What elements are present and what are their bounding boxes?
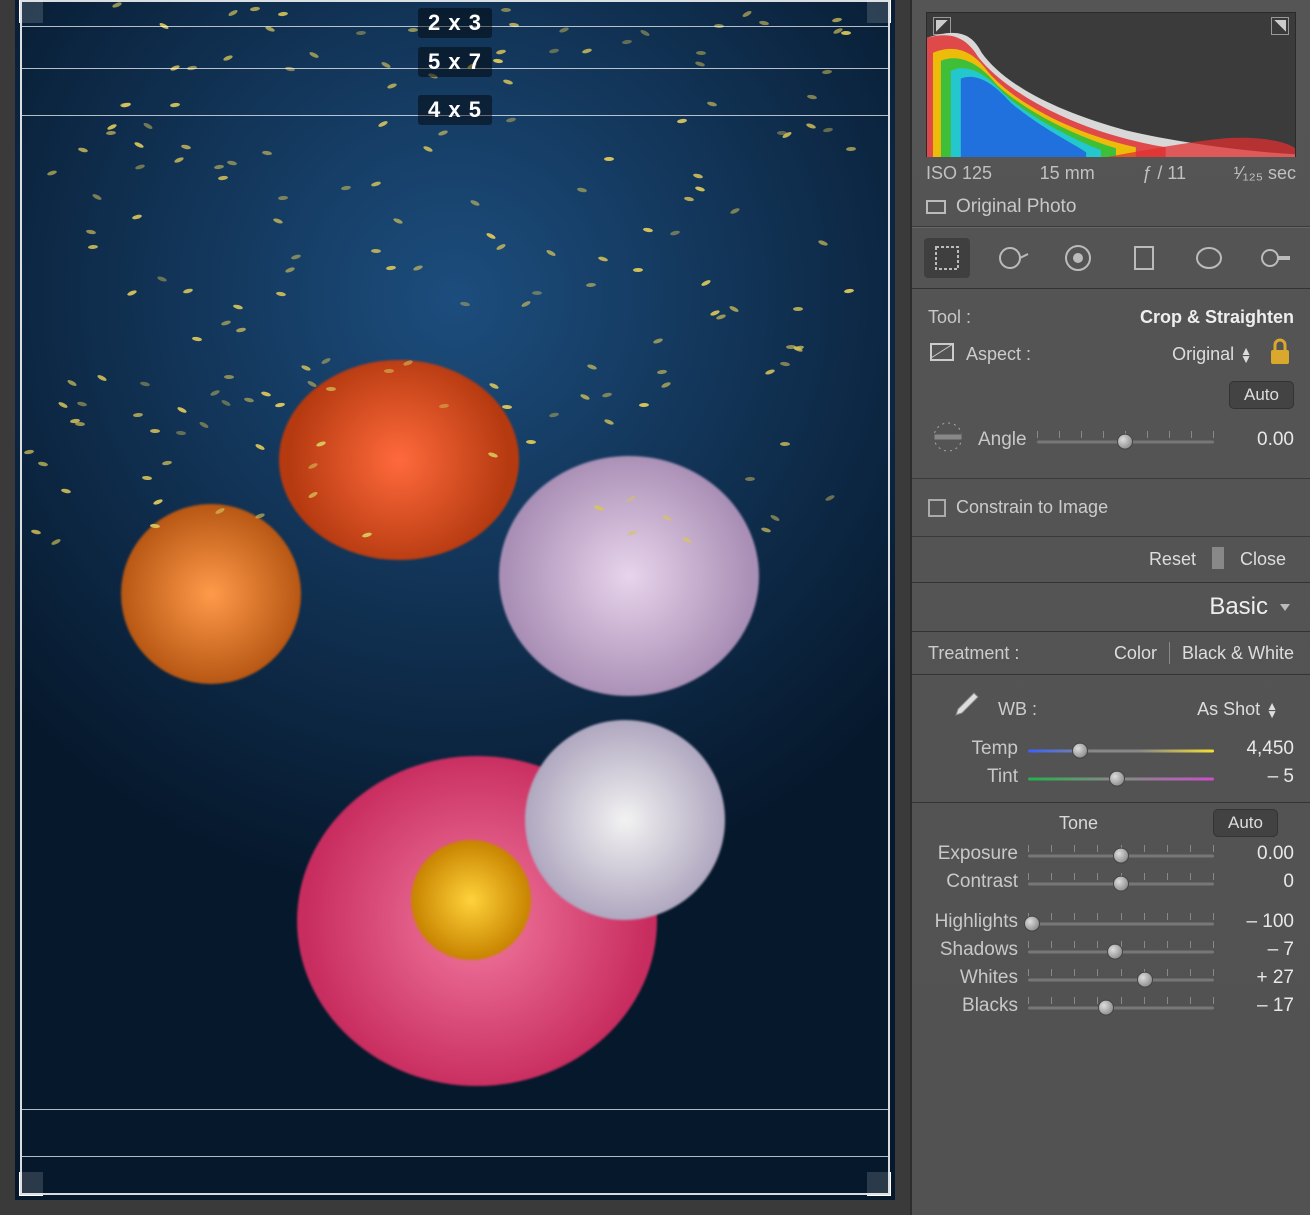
aspect-icon[interactable] — [928, 338, 956, 371]
tone-label-whites: Whites — [928, 967, 1018, 989]
constrain-checkbox[interactable] — [928, 499, 946, 517]
crop-handle-tl[interactable] — [19, 0, 43, 23]
exif-iso: ISO 125 — [926, 163, 992, 184]
close-button[interactable]: Close — [1234, 547, 1292, 572]
tone-value-highlights: – 100 — [1224, 911, 1294, 933]
tone-label-blacks: Blacks — [928, 995, 1018, 1017]
tone-header: Tone — [944, 813, 1213, 834]
angle-value: 0.00 — [1224, 429, 1294, 451]
tone-auto-button[interactable]: Auto — [1213, 809, 1278, 837]
radial-filter-icon[interactable] — [1186, 238, 1232, 278]
tool-label: Tool : — [928, 307, 971, 328]
redeye-tool-icon[interactable] — [1055, 238, 1101, 278]
tone-value-shadows: – 7 — [1224, 939, 1294, 961]
crop-guide-label-5x7: 5 x 7 — [418, 47, 492, 77]
histogram[interactable] — [926, 12, 1296, 157]
aspect-label: Aspect : — [966, 344, 1031, 365]
exif-row: ISO 125 15 mm ƒ / 11 ¹⁄₁₂₅ sec — [926, 163, 1296, 184]
wb-dropdown[interactable]: As Shot ▲▼ — [1197, 699, 1278, 720]
aspect-lock-icon[interactable] — [1266, 336, 1294, 373]
tone-slider-whites[interactable] — [1028, 968, 1214, 988]
tone-label-highlights: Highlights — [928, 911, 1018, 933]
temp-value: 4,450 — [1224, 738, 1294, 760]
crop-handle-br[interactable] — [867, 1172, 891, 1196]
angle-slider[interactable] — [1037, 430, 1214, 450]
crop-guide-line — [22, 1109, 888, 1110]
angle-auto-button[interactable]: Auto — [1229, 381, 1294, 409]
exif-shutter: ¹⁄₁₂₅ sec — [1234, 163, 1296, 184]
exif-aperture: ƒ / 11 — [1142, 163, 1186, 184]
exif-focal: 15 mm — [1040, 163, 1095, 184]
tone-slider-blacks[interactable] — [1028, 996, 1214, 1016]
tone-value-contrast: 0 — [1224, 871, 1294, 893]
treatment-color[interactable]: Color — [1114, 643, 1157, 664]
temp-label: Temp — [928, 738, 1018, 760]
image-preview[interactable]: // quick procedural fish dots (non-conte… — [0, 0, 910, 1215]
crop-guide-label-4x5: 4 x 5 — [418, 95, 492, 125]
tone-slider-shadows[interactable] — [1028, 940, 1214, 960]
tone-value-whites: + 27 — [1224, 967, 1294, 989]
crop-handle-tr[interactable] — [867, 0, 891, 23]
panel-toggle-icon[interactable] — [1278, 600, 1292, 614]
tone-label-contrast: Contrast — [928, 871, 1018, 893]
crop-guide-label-2x3: 2 x 3 — [418, 8, 492, 38]
crop-guide-line — [22, 1156, 888, 1157]
basic-panel-header[interactable]: Basic — [912, 583, 1310, 632]
angle-label: Angle — [978, 429, 1027, 451]
tool-strip — [912, 227, 1310, 289]
original-photo-label: Original Photo — [956, 196, 1076, 218]
crop-handle-bl[interactable] — [19, 1172, 43, 1196]
tone-slider-contrast[interactable] — [1028, 872, 1214, 892]
tone-label-shadows: Shadows — [928, 939, 1018, 961]
tint-label: Tint — [928, 766, 1018, 788]
tool-name: Crop & Straighten — [1140, 307, 1294, 328]
treatment-label: Treatment : — [928, 643, 1019, 664]
constrain-toggle[interactable]: Constrain to Image — [928, 497, 1294, 518]
crop-tool-icon[interactable] — [924, 238, 970, 278]
original-photo-checkbox[interactable] — [926, 200, 946, 214]
wb-eyedropper-icon[interactable] — [944, 687, 984, 732]
temp-slider[interactable] — [1028, 739, 1214, 759]
develop-panel: ISO 125 15 mm ƒ / 11 ¹⁄₁₂₅ sec Original … — [910, 0, 1310, 1215]
tint-slider[interactable] — [1028, 767, 1214, 787]
tone-value-blacks: – 17 — [1224, 995, 1294, 1017]
aspect-dropdown[interactable]: Original ▲▼ — [1172, 344, 1252, 365]
reset-button[interactable]: Reset — [1143, 547, 1202, 572]
tone-slider-highlights[interactable] — [1028, 912, 1214, 932]
crop-frame[interactable]: 2 x 3 5 x 7 4 x 5 — [20, 0, 890, 1195]
spot-removal-icon[interactable] — [990, 238, 1036, 278]
straighten-icon[interactable] — [928, 417, 968, 462]
tint-value: – 5 — [1224, 766, 1294, 788]
graduated-filter-icon[interactable] — [1121, 238, 1167, 278]
adjustment-brush-icon[interactable] — [1252, 238, 1298, 278]
treatment-bw[interactable]: Black & White — [1182, 643, 1294, 664]
tone-slider-exposure[interactable] — [1028, 844, 1214, 864]
tone-value-exposure: 0.00 — [1224, 843, 1294, 865]
wb-label: WB : — [998, 699, 1037, 720]
tone-label-exposure: Exposure — [928, 843, 1018, 865]
